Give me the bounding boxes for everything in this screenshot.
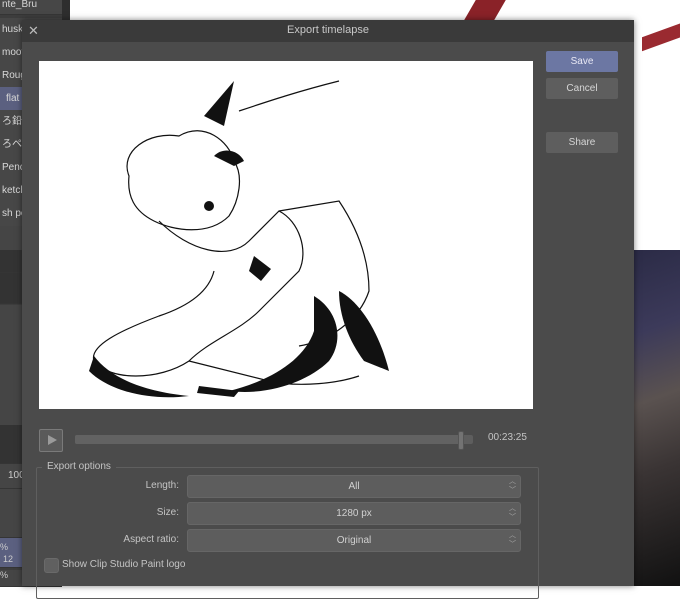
cancel-button[interactable]: Cancel — [546, 78, 618, 99]
size-label: Size: — [156, 507, 179, 518]
share-button[interactable]: Share — [546, 132, 618, 153]
length-label: Length: — [145, 480, 179, 491]
aspect-ratio-value: Original — [336, 535, 372, 546]
updown-chevron-icon: ︿ ﹀ — [509, 478, 516, 494]
timeline-slider[interactable] — [75, 435, 473, 444]
play-icon — [48, 435, 57, 445]
show-logo-checkbox[interactable] — [44, 558, 59, 573]
timeline-progress — [75, 435, 462, 444]
size-select[interactable]: 1280 px ︿ ﹀ — [187, 502, 521, 525]
brush-item[interactable]: nte_Bru — [0, 0, 62, 15]
preview-artwork — [89, 80, 389, 398]
show-logo-label[interactable]: Show Clip Studio Paint logo — [62, 559, 185, 570]
aspect-ratio-label: Aspect ratio: — [123, 534, 179, 545]
timeline-handle[interactable] — [458, 431, 465, 450]
play-button[interactable] — [39, 429, 63, 452]
updown-chevron-icon: ︿ ﹀ — [509, 532, 516, 548]
timeline-time: 00:23:25 — [488, 432, 527, 443]
save-button[interactable]: Save — [546, 51, 618, 72]
length-value: All — [348, 481, 360, 492]
aspect-ratio-select[interactable]: Original ︿ ﹀ — [187, 529, 521, 552]
dialog-title: Export timelapse — [287, 24, 369, 36]
length-select[interactable]: All ︿ ﹀ — [187, 475, 521, 498]
dialog-titlebar[interactable]: ✕ Export timelapse — [22, 20, 634, 42]
updown-chevron-icon: ︿ ﹀ — [509, 505, 516, 521]
size-value: 1280 px — [336, 508, 372, 519]
export-options-title: Export options — [42, 461, 116, 472]
export-timelapse-dialog: ✕ Export timelapse Save Cancel Share 00:… — [22, 20, 634, 599]
